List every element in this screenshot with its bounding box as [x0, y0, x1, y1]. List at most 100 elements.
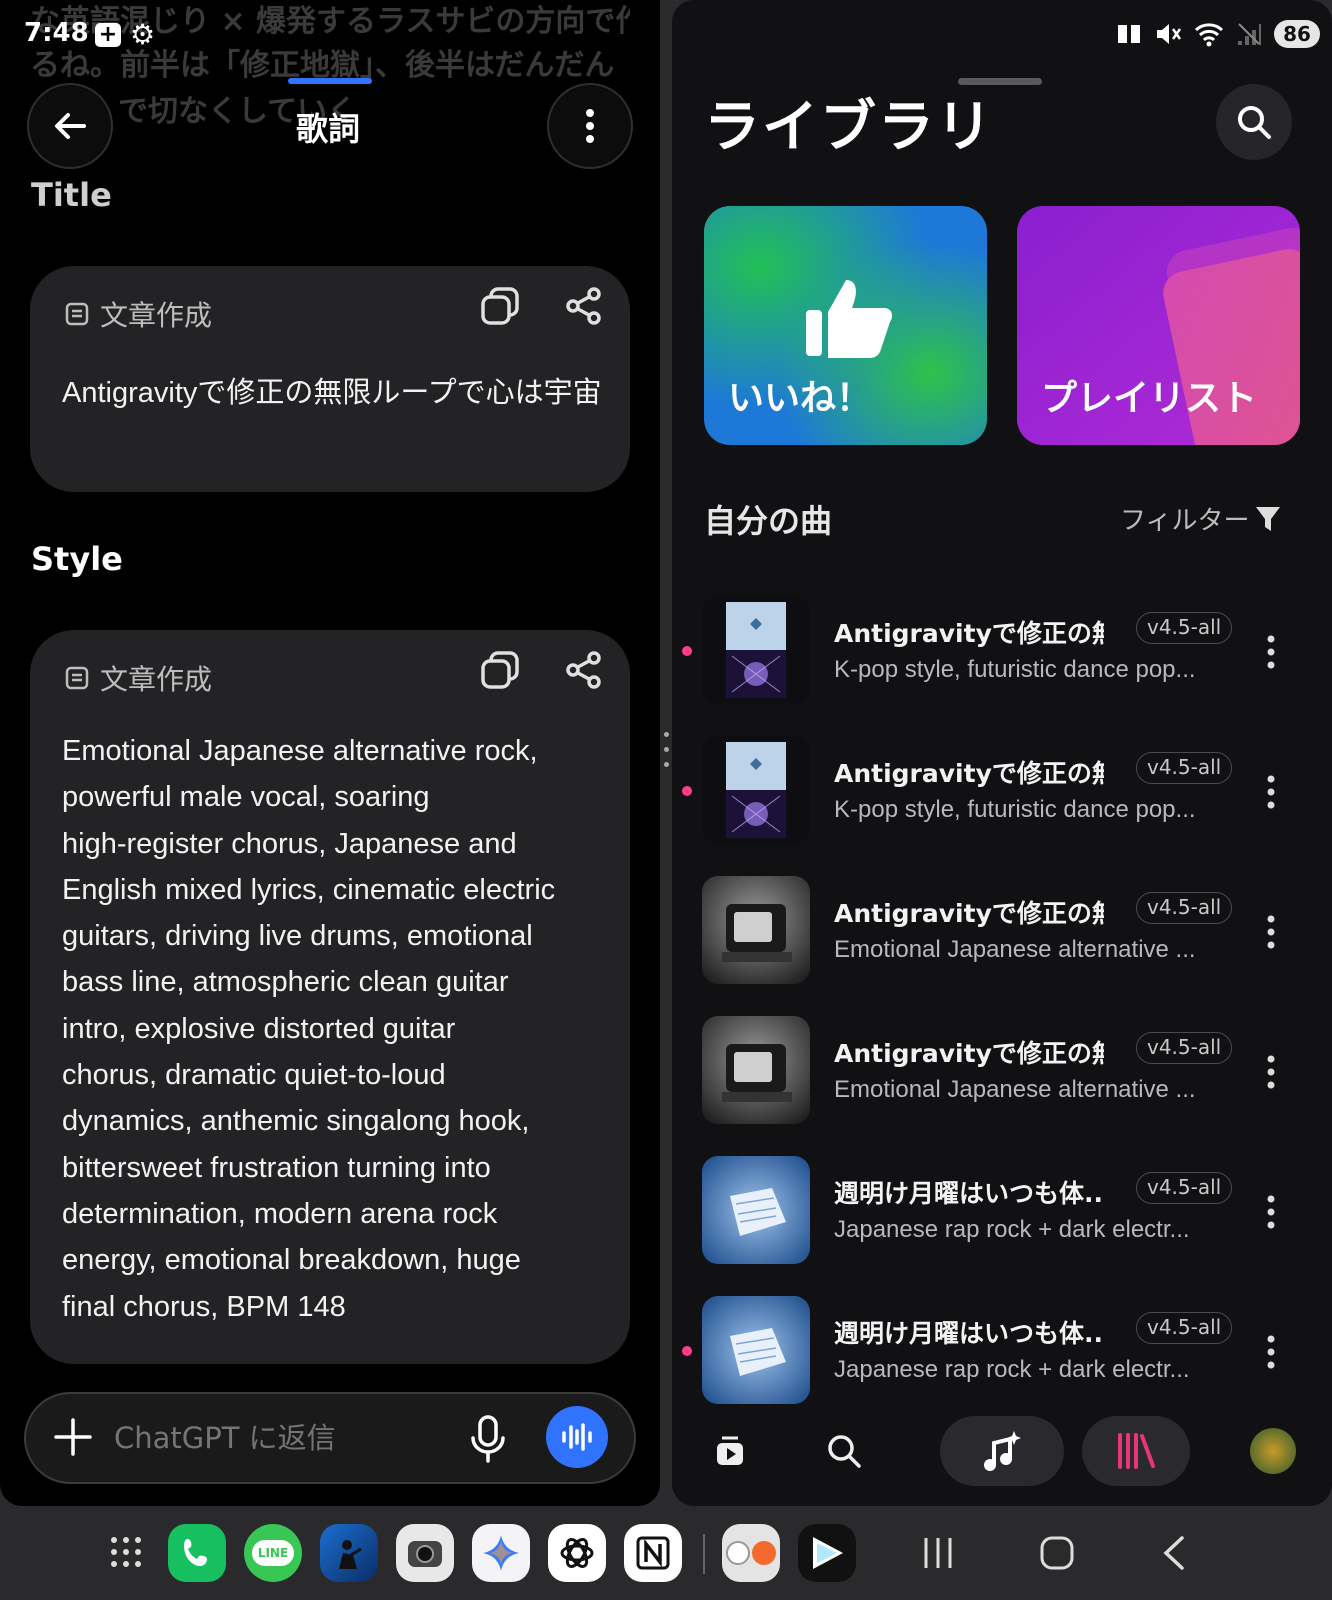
song-options-button[interactable]	[1256, 772, 1286, 812]
line-app-icon[interactable]: LINE	[244, 1524, 302, 1582]
song-row[interactable]: Antigravityで修正の無... v4.5-all Emotional Jap…	[672, 1016, 1332, 1126]
style-line: determination, modern arena rock	[62, 1197, 498, 1230]
song-description: Japanese rap rock + dark electr...	[834, 1356, 1190, 1383]
phone-icon	[184, 1539, 207, 1566]
title-heading: Title	[31, 176, 112, 214]
home-button[interactable]	[1038, 1534, 1076, 1572]
share-button[interactable]	[562, 648, 606, 692]
song-description: Japanese rap rock + dark electr...	[834, 1216, 1190, 1243]
kebab-icon	[1267, 775, 1275, 809]
settings-icon: ⚙	[130, 18, 156, 51]
filter-label: フィルター	[1120, 506, 1250, 536]
style-line: bass line, atmospheric clean guitar	[62, 966, 509, 999]
song-cover-art	[702, 1016, 810, 1124]
filter-button[interactable]: フィルター	[1120, 500, 1281, 537]
app-pair-icon[interactable]	[722, 1524, 780, 1582]
library-icon	[1118, 1433, 1155, 1469]
song-cover-art	[702, 736, 810, 844]
style-line: intro, explosive distorted guitar	[62, 1012, 456, 1045]
filter-icon	[1256, 506, 1281, 531]
phone-app-icon[interactable]	[168, 1524, 226, 1582]
gemini-app-icon[interactable]	[472, 1524, 530, 1582]
song-row[interactable]: 週明け月曜はいつも体... v4.5-all Japanese rap rock +…	[672, 1296, 1332, 1406]
voice-mode-button[interactable]	[546, 1406, 608, 1468]
chevron-left-icon	[1163, 1536, 1184, 1570]
copy-button[interactable]	[478, 284, 522, 328]
notion-logo-icon	[636, 1536, 670, 1570]
chatgpt-app-icon[interactable]	[548, 1524, 606, 1582]
plus-icon	[54, 1418, 92, 1456]
share-button[interactable]	[562, 284, 606, 328]
style-line: final chorus, BPM 148	[62, 1290, 346, 1323]
search-icon	[828, 1435, 861, 1468]
chatgpt-pane: な英語混じり × 爆発するラスサビの方向で作 るね。前半は「修正地獄」、後半はだ…	[0, 0, 660, 1506]
battery-indicator: 86	[1274, 20, 1320, 48]
message-input[interactable]	[114, 1412, 444, 1464]
new-indicator-dot	[682, 786, 692, 796]
recents-icon	[924, 1538, 952, 1568]
version-badge: v4.5-all	[1136, 1172, 1233, 1204]
song-options-button[interactable]	[1256, 912, 1286, 952]
music-app-icon[interactable]	[798, 1524, 856, 1582]
style-line: powerful male vocal, soaring	[62, 781, 430, 814]
version-badge: v4.5-all	[1136, 752, 1233, 784]
message-composer	[24, 1392, 636, 1484]
profile-avatar[interactable]	[1250, 1428, 1296, 1474]
nav-search[interactable]	[812, 1416, 876, 1486]
notion-app-icon[interactable]	[624, 1524, 682, 1582]
song-row[interactable]: Antigravityで修正の無... v4.5-all K-pop style, …	[672, 736, 1332, 846]
liked-songs-tile[interactable]: いいね！	[704, 206, 987, 445]
page-title: 歌詞	[296, 110, 361, 148]
back-nav-button[interactable]	[1160, 1534, 1188, 1572]
song-row[interactable]: Antigravityで修正の無... v4.5-all K-pop style, …	[672, 596, 1332, 706]
nav-home[interactable]	[698, 1416, 762, 1486]
song-row[interactable]: Antigravityで修正の無... v4.5-all Emotional Jap…	[672, 876, 1332, 986]
status-icons: 86	[1116, 20, 1320, 48]
app-drawer-button[interactable]	[108, 1534, 144, 1570]
kindle-app-icon[interactable]	[320, 1524, 378, 1582]
sparkle-icon	[483, 1535, 519, 1571]
tab-indicator	[288, 78, 372, 84]
new-indicator-dot	[682, 1346, 692, 1356]
library-pane: 86 ライブラリ いいね！ プレイリスト 自分の曲 フィルター Antigrav…	[672, 0, 1332, 1506]
liked-tile-label: いいね！	[728, 378, 873, 419]
song-options-button[interactable]	[1256, 1052, 1286, 1092]
playlist-tile[interactable]: プレイリスト	[1017, 206, 1300, 445]
openai-logo-icon	[560, 1538, 594, 1568]
song-row[interactable]: 週明け月曜はいつも体... v4.5-all Japanese rap rock +…	[672, 1156, 1332, 1266]
nav-library[interactable]	[1082, 1416, 1190, 1486]
attach-button[interactable]	[50, 1414, 96, 1460]
mic-button[interactable]	[466, 1414, 510, 1464]
split-handle[interactable]	[660, 728, 672, 784]
mute-icon	[1157, 24, 1182, 44]
back-button[interactable]	[27, 83, 113, 169]
version-badge: v4.5-all	[1136, 612, 1233, 644]
song-options-button[interactable]	[1256, 632, 1286, 672]
kebab-icon	[1267, 1195, 1275, 1229]
kebab-icon	[1267, 1335, 1275, 1369]
song-description: K-pop style, futuristic dance pop...	[834, 656, 1196, 683]
kebab-icon	[1267, 1055, 1275, 1089]
search-button[interactable]	[1216, 84, 1292, 160]
music-sparkle-icon	[984, 1431, 1021, 1471]
waveform-icon	[562, 1423, 592, 1451]
song-description: K-pop style, futuristic dance pop...	[834, 796, 1196, 823]
song-description: Emotional Japanese alternative ...	[834, 1076, 1196, 1103]
nav-create[interactable]	[940, 1416, 1064, 1486]
style-heading: Style	[31, 540, 123, 578]
new-indicator-dot	[682, 646, 692, 656]
recent-apps-button[interactable]	[920, 1534, 956, 1572]
camera-icon	[408, 1541, 442, 1567]
kebab-icon	[1267, 915, 1275, 949]
style-card: 文章作成 Emotional Japanese alternative rock…	[30, 630, 630, 1364]
app-grid-icon	[111, 1537, 141, 1567]
dock-divider	[703, 1534, 705, 1574]
song-options-button[interactable]	[1256, 1192, 1286, 1232]
reader-icon	[339, 1540, 362, 1569]
song-options-button[interactable]	[1256, 1332, 1286, 1372]
more-options-button[interactable]	[547, 83, 633, 169]
copy-button[interactable]	[478, 648, 522, 692]
library-title: ライブラリ	[704, 95, 994, 160]
thumbs-up-icon	[806, 280, 892, 358]
camera-app-icon[interactable]	[396, 1524, 454, 1582]
